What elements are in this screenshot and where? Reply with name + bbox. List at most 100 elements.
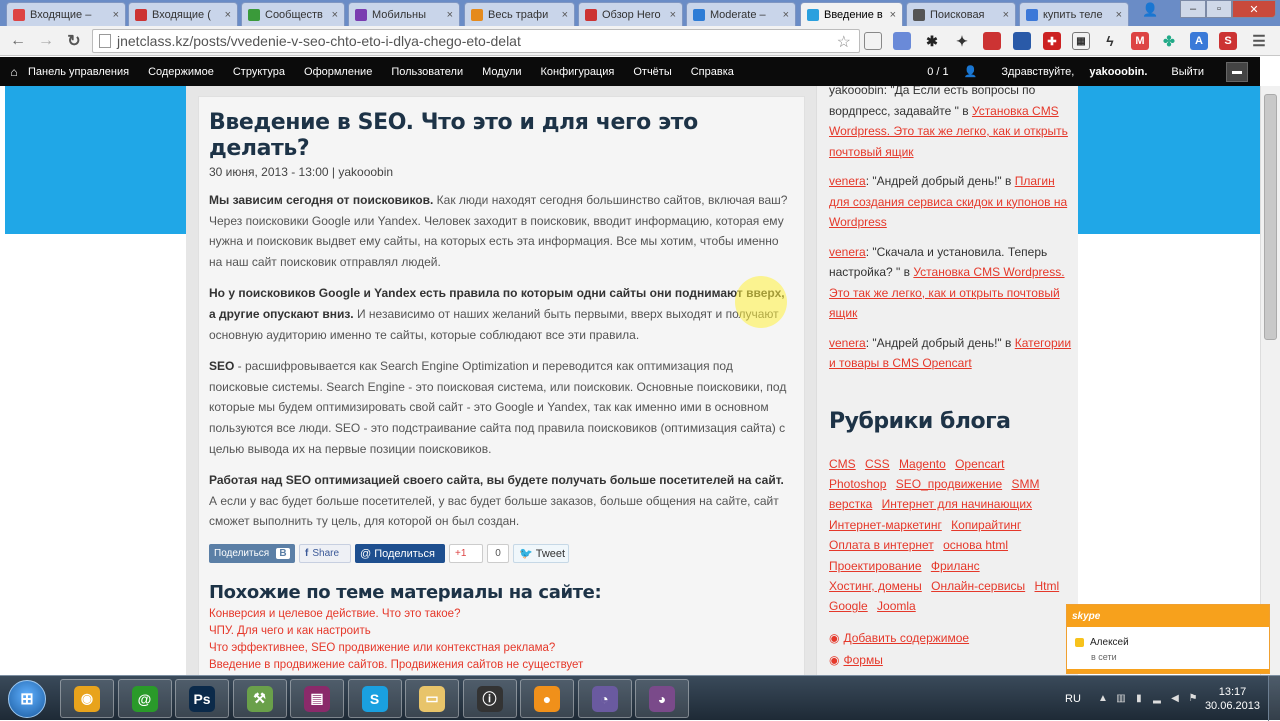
taskbar-app-button[interactable]: ◕ — [635, 679, 689, 718]
taskbar-app-button[interactable]: ▭ — [405, 679, 459, 718]
browser-tab[interactable]: купить теле × — [1019, 2, 1129, 26]
tray-network-icon[interactable]: ▥ — [1115, 693, 1127, 705]
taskbar-app-button[interactable]: ⚒ — [232, 679, 287, 718]
reload-button[interactable]: ↻ — [64, 31, 84, 51]
language-indicator[interactable]: RU — [1065, 693, 1081, 705]
extension-plus-icon[interactable]: ✚ — [1043, 32, 1061, 50]
admin-menu-item[interactable]: Конфигурация — [541, 66, 615, 78]
tweet-button[interactable]: 🐦 Tweet — [513, 544, 569, 564]
browser-tab[interactable]: Входящие – × — [6, 2, 126, 26]
extension-blue-icon[interactable] — [893, 32, 911, 50]
page-scrollbar[interactable] — [1260, 86, 1280, 675]
tag-link[interactable]: Онлайн-сервисы — [931, 579, 1025, 593]
scrollbar-thumb[interactable] — [1264, 94, 1277, 340]
tag-link[interactable]: Интернет для начинающих — [882, 497, 1032, 511]
show-desktop-button[interactable] — [1268, 676, 1280, 721]
browser-tab[interactable]: Сообществ × — [241, 2, 345, 26]
comment-author[interactable]: venera — [829, 174, 866, 188]
taskbar-app-button[interactable]: S — [347, 679, 402, 718]
tag-link[interactable]: основа html — [943, 538, 1008, 552]
tab-close-icon[interactable]: × — [1003, 9, 1009, 21]
gear-icon[interactable]: ✱ — [923, 32, 941, 50]
tab-close-icon[interactable]: × — [332, 9, 338, 21]
taskbar-app-button[interactable]: Ps — [175, 679, 229, 718]
home-icon[interactable]: ⌂ — [0, 65, 28, 79]
comment-author[interactable]: venera — [829, 245, 866, 259]
tag-link[interactable]: SEO_продвижение — [896, 477, 1002, 491]
bookmark-star-icon[interactable]: ☆ — [837, 32, 851, 52]
browser-tab[interactable]: Входящие (× — [128, 2, 238, 26]
tag-link[interactable]: Фриланс — [931, 559, 980, 573]
tag-link[interactable]: Проектирование — [829, 559, 922, 573]
extension-red-icon[interactable] — [983, 32, 1001, 50]
taskbar-app-button[interactable]: ● — [520, 679, 574, 718]
tag-link[interactable]: Html — [1035, 579, 1060, 593]
tag-link[interactable]: Хостинг, домены — [829, 579, 922, 593]
admin-menu-item[interactable]: Структура — [233, 66, 285, 78]
tag-link[interactable]: Оплата в интернет — [829, 538, 934, 552]
username-link[interactable]: yakooobin. — [1089, 66, 1147, 78]
gmail-checker-icon[interactable]: M — [1131, 32, 1149, 50]
mailru-share-button[interactable]: @ Поделиться — [355, 544, 445, 564]
related-link[interactable]: Введение в продвижение сайтов. Продвижен… — [209, 659, 583, 671]
url-text[interactable]: jnetclass.kz/posts/vvedenie-v-seo-chto-e… — [117, 33, 521, 49]
related-link[interactable]: Что эффективнее, SEO продвижение или кон… — [209, 642, 555, 654]
lightning-icon[interactable]: ϟ — [1101, 32, 1119, 50]
admin-menu-item[interactable]: Модули — [482, 66, 521, 78]
tab-close-icon[interactable]: × — [225, 9, 231, 21]
browser-tab[interactable]: Поисковая × — [906, 2, 1016, 26]
pinwheel-icon[interactable]: ✤ — [1160, 32, 1178, 50]
minimize-button[interactable]: – — [1180, 0, 1206, 18]
comment-author[interactable]: venera — [829, 336, 866, 350]
related-link[interactable]: ЧПУ. Для чего и как настроить — [209, 625, 371, 637]
tab-close-icon[interactable]: × — [562, 9, 568, 21]
tag-link[interactable]: SMM — [1011, 477, 1039, 491]
menu-icon[interactable]: ☰ — [1250, 32, 1268, 50]
tray-battery-icon[interactable]: ▮ — [1133, 693, 1145, 705]
extension-network-icon[interactable] — [1013, 32, 1031, 50]
close-window-button[interactable]: ✕ — [1232, 0, 1276, 18]
taskbar-app-button[interactable]: @ — [117, 679, 172, 718]
admin-menu-item[interactable]: Содержимое — [148, 66, 214, 78]
facebook-share-button[interactable]: f Share — [299, 544, 351, 564]
calendar-icon[interactable]: ▦ — [1072, 32, 1090, 50]
browser-tab[interactable]: Обзор Hero × — [578, 2, 683, 26]
tab-close-icon[interactable]: × — [113, 9, 119, 21]
tag-link[interactable]: Интернет-маркетинг — [829, 518, 942, 532]
tag-link[interactable]: Magento — [899, 457, 946, 471]
tag-link[interactable]: Photoshop — [829, 477, 886, 491]
taskbar-app-button[interactable]: ◉ — [60, 679, 114, 718]
vk-share-button[interactable]: Поделиться B — [209, 544, 295, 564]
forms-link[interactable]: Формы — [843, 653, 882, 667]
tray-flag-icon[interactable]: ⚑ — [1187, 693, 1199, 705]
back-button[interactable]: ← — [8, 31, 28, 51]
browser-tab[interactable]: Moderate – × — [686, 2, 796, 26]
skype-notification[interactable]: skype Алексей в сети — [1066, 604, 1270, 674]
taskbar-app-button[interactable]: ▤ — [290, 679, 344, 718]
admin-menu-item[interactable]: Оформление — [304, 66, 372, 78]
taskbar-app-button[interactable]: ⓘ — [462, 679, 517, 718]
clock[interactable]: 13:17 30.06.2013 — [1205, 685, 1260, 713]
tab-close-icon[interactable]: × — [1116, 9, 1122, 21]
tag-link[interactable]: CMS — [829, 457, 856, 471]
tag-link[interactable]: Копирайтинг — [951, 518, 1021, 532]
comment-author[interactable]: yakooobin — [829, 86, 884, 97]
tab-close-icon[interactable]: × — [890, 9, 896, 21]
admin-menu-item[interactable]: Пользователи — [391, 66, 463, 78]
start-button[interactable]: ⊞ — [8, 680, 46, 718]
browser-tab[interactable]: Весь трафи × — [464, 2, 575, 26]
sparkle-icon[interactable]: ✦ — [953, 32, 971, 50]
tag-link[interactable]: CSS — [865, 457, 890, 471]
tag-link[interactable]: Google — [829, 599, 868, 613]
logout-link[interactable]: Выйти — [1171, 66, 1204, 78]
tag-link[interactable]: Joomla — [877, 599, 916, 613]
tag-link[interactable]: верстка — [829, 497, 872, 511]
tab-close-icon[interactable]: × — [783, 9, 789, 21]
admin-menu-item[interactable]: Панель управления — [28, 66, 129, 78]
related-link[interactable]: Конверсия и целевое действие. Что это та… — [209, 608, 460, 620]
admin-menu-item[interactable]: Отчёты — [633, 66, 671, 78]
extension-s-icon[interactable]: S — [1219, 32, 1237, 50]
tray-arrow-icon[interactable]: ▲ — [1097, 693, 1109, 705]
tag-link[interactable]: Opencart — [955, 457, 1004, 471]
google-plus-button[interactable]: +1 — [449, 544, 483, 564]
